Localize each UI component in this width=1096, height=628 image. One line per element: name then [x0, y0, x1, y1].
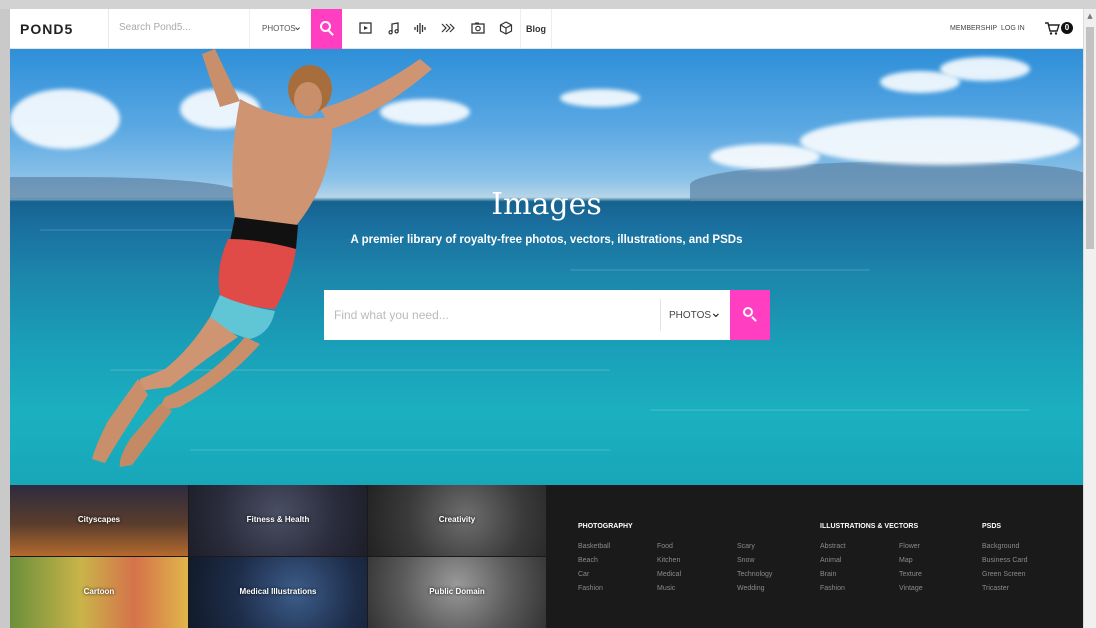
- cart-button[interactable]: 0: [1044, 21, 1074, 37]
- tile-creativity[interactable]: Creativity: [368, 485, 546, 556]
- category-link[interactable]: Flower: [899, 543, 920, 550]
- nav-media-type-label: PHOTOS: [262, 24, 296, 33]
- tile-label: Cityscapes: [77, 515, 121, 524]
- category-link[interactable]: Fashion: [578, 585, 603, 592]
- tile-label: Cartoon: [83, 587, 115, 596]
- hero-cloud: [560, 89, 640, 107]
- nav-search-input[interactable]: Search Pond5...: [119, 22, 239, 33]
- hero-media-type-label: PHOTOS: [669, 310, 712, 321]
- tile-label: Creativity: [438, 515, 476, 524]
- category-link[interactable]: Texture: [899, 571, 922, 578]
- tile-fitness-health[interactable]: Fitness & Health: [189, 485, 367, 556]
- category-link[interactable]: Medical: [657, 571, 681, 578]
- hero-wave: [650, 409, 1030, 411]
- category-link[interactable]: Map: [899, 557, 913, 564]
- category-link[interactable]: Green Screen: [982, 571, 1026, 578]
- category-link[interactable]: Background: [982, 543, 1019, 550]
- pond5-logo[interactable]: POND5: [20, 21, 73, 37]
- chevron-down-icon: ⌄: [710, 305, 722, 321]
- search-icon: [743, 307, 753, 317]
- nav-media-type-select[interactable]: PHOTOS ⌄: [249, 9, 312, 49]
- hero-cloud: [940, 57, 1030, 81]
- category-link[interactable]: Scary: [737, 543, 755, 550]
- page-scrollbar[interactable]: ▲: [1083, 9, 1096, 628]
- hero-wave: [570, 269, 870, 271]
- psds-heading[interactable]: PSDS: [982, 523, 1001, 530]
- nav-search-button[interactable]: [311, 9, 342, 49]
- search-icon: [320, 21, 331, 32]
- category-link[interactable]: Business Card: [982, 557, 1028, 564]
- tile-label: Fitness & Health: [246, 515, 310, 524]
- category-link[interactable]: Vintage: [899, 585, 923, 592]
- cart-count-badge: 0: [1061, 22, 1073, 34]
- membership-link[interactable]: MEMBERSHIP: [950, 25, 997, 32]
- category-link[interactable]: Brain: [820, 571, 836, 578]
- category-link[interactable]: Abstract: [820, 543, 846, 550]
- chevron-down-icon: ⌄: [293, 20, 303, 33]
- cart-icon: [1045, 22, 1060, 35]
- top-nav: POND5 Search Pond5... PHOTOS ⌄ Blog MEMB…: [10, 9, 1083, 49]
- hero-search-button[interactable]: [730, 290, 770, 340]
- category-link[interactable]: Beach: [578, 557, 598, 564]
- hero-banner: Images A premier library of royalty-free…: [10, 49, 1083, 485]
- tile-cityscapes[interactable]: Cityscapes: [10, 485, 188, 556]
- tile-medical-illustrations[interactable]: Medical Illustrations: [189, 557, 367, 628]
- blog-link[interactable]: Blog: [520, 9, 552, 49]
- category-section: Cityscapes Fitness & Health Creativity C…: [10, 485, 1083, 628]
- category-link[interactable]: Car: [578, 571, 589, 578]
- hero-title: Images: [491, 187, 602, 222]
- photo-icon[interactable]: [470, 20, 486, 36]
- category-link[interactable]: Technology: [737, 571, 772, 578]
- tile-public-domain[interactable]: Public Domain: [368, 557, 546, 628]
- tile-label: Public Domain: [429, 587, 485, 596]
- login-link[interactable]: LOG IN: [1001, 25, 1025, 32]
- category-link[interactable]: Fashion: [820, 585, 845, 592]
- music-icon[interactable]: [386, 20, 402, 36]
- category-link[interactable]: Music: [657, 585, 675, 592]
- scrollbar-thumb[interactable]: [1086, 27, 1094, 249]
- nav-search: Search Pond5... PHOTOS ⌄: [108, 9, 311, 49]
- tile-label: Medical Illustrations: [239, 587, 317, 596]
- sound-effects-icon[interactable]: [412, 20, 428, 36]
- page-viewport: POND5 Search Pond5... PHOTOS ⌄ Blog MEMB…: [10, 9, 1083, 628]
- after-effects-icon[interactable]: [440, 20, 456, 36]
- illustrations-heading[interactable]: ILLUSTRATIONS & VECTORS: [820, 523, 918, 530]
- category-link[interactable]: Kitchen: [657, 557, 680, 564]
- browser-top-strip: [0, 0, 1096, 9]
- category-link[interactable]: Basketball: [578, 543, 610, 550]
- category-link[interactable]: Snow: [737, 557, 755, 564]
- hero-search-bar: Find what you need... PHOTOS ⌄: [324, 290, 770, 340]
- video-icon[interactable]: [358, 20, 374, 36]
- hero-cloud: [800, 117, 1080, 165]
- tile-cartoon[interactable]: Cartoon: [10, 557, 188, 628]
- 3d-icon[interactable]: [498, 20, 514, 36]
- category-link[interactable]: Wedding: [737, 585, 765, 592]
- category-link[interactable]: Animal: [820, 557, 841, 564]
- category-link[interactable]: Tricaster: [982, 585, 1009, 592]
- hero-search-input[interactable]: Find what you need...: [334, 308, 449, 322]
- scroll-up-arrow-icon[interactable]: ▲: [1084, 12, 1096, 20]
- hero-subtitle: A premier library of royalty-free photos…: [350, 234, 743, 246]
- hero-cloud: [710, 144, 820, 169]
- photography-heading[interactable]: PHOTOGRAPHY: [578, 523, 633, 530]
- hero-media-type-select[interactable]: PHOTOS ⌄: [660, 299, 730, 331]
- diver-photo: [92, 49, 432, 467]
- category-link[interactable]: Food: [657, 543, 673, 550]
